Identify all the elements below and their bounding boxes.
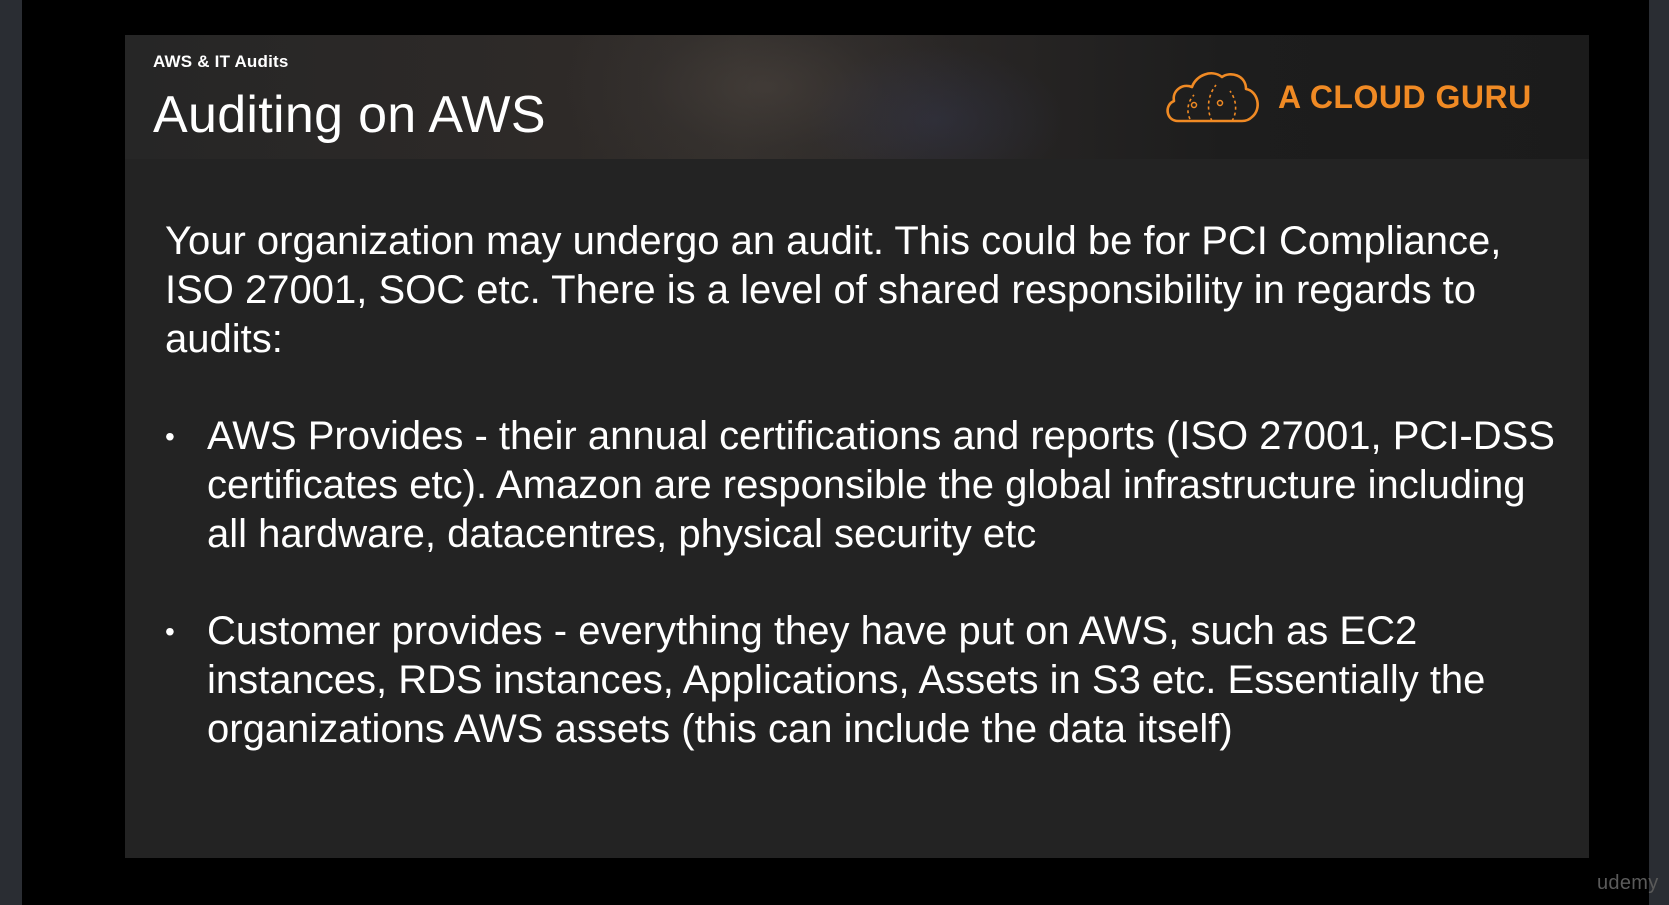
header-background-photo-shade [805, 45, 1065, 159]
brand-name: A CLOUD GURU [1278, 78, 1532, 115]
slide: AWS & IT Audits Auditing on AWS A CLOUD … [125, 35, 1589, 858]
video-player-stage[interactable]: AWS & IT Audits Auditing on AWS A CLOUD … [22, 0, 1658, 905]
brand-lockup: A CLOUD GURU [1160, 65, 1532, 129]
udemy-watermark: udemy [1597, 872, 1659, 894]
bullet-text: AWS Provides - their annual certificatio… [207, 414, 1555, 556]
bullet-marker: • [165, 616, 175, 647]
slide-header: AWS & IT Audits Auditing on AWS A CLOUD … [125, 35, 1589, 159]
bullet-marker: • [165, 421, 175, 452]
slide-title: Auditing on AWS [153, 86, 546, 144]
slide-eyebrow: AWS & IT Audits [153, 52, 289, 71]
list-item: • AWS Provides - their annual certificat… [165, 412, 1555, 559]
bullet-list: • AWS Provides - their annual certificat… [165, 412, 1555, 754]
cloud-logo-icon [1166, 72, 1259, 123]
bullet-text: Customer provides - everything they have… [207, 609, 1486, 751]
slide-body: Your organization may undergo an audit. … [165, 217, 1555, 802]
list-item: • Customer provides - everything they ha… [165, 607, 1555, 754]
intro-paragraph: Your organization may undergo an audit. … [165, 219, 1502, 361]
